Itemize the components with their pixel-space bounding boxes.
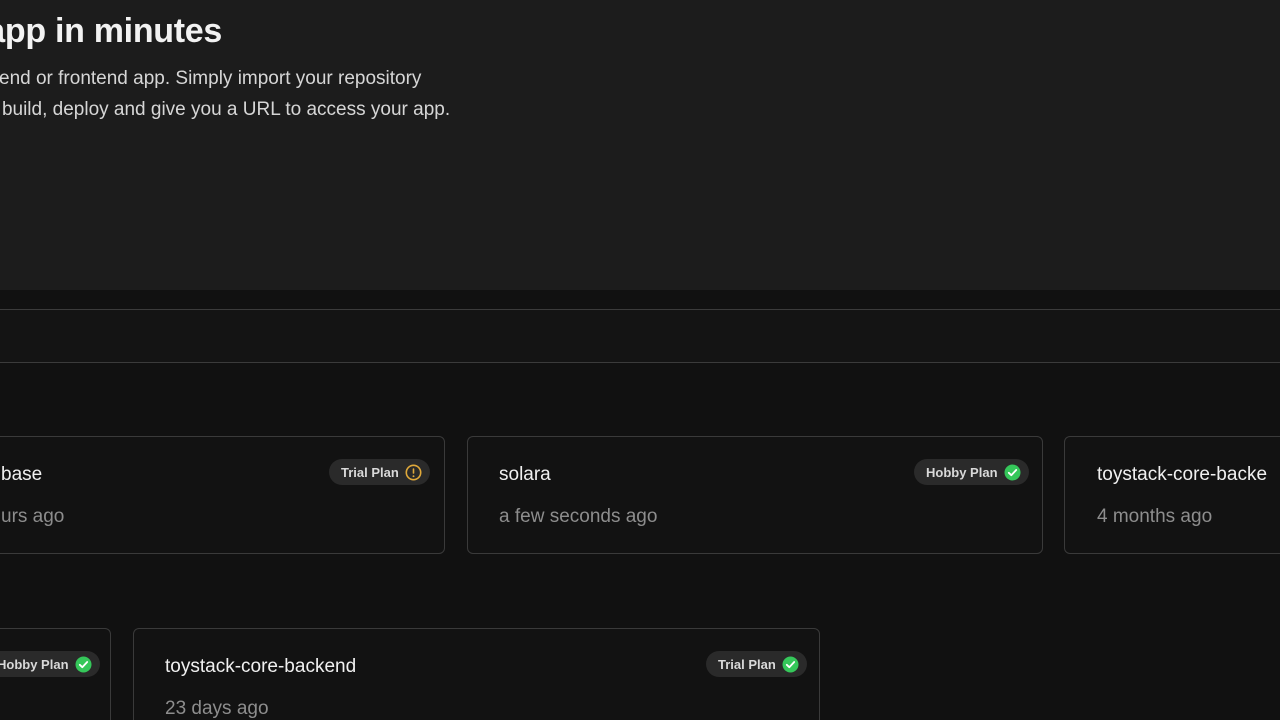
plan-badge: Trial Plan (329, 459, 430, 485)
project-updated-time: a few seconds ago (499, 506, 658, 527)
warning-circle-icon (405, 464, 422, 481)
project-card[interactable]: base urs ago Trial Plan (0, 436, 445, 554)
plan-badge: Trial Plan (706, 651, 807, 677)
project-updated-time: urs ago (1, 506, 65, 527)
project-card[interactable]: toystack-core-backend 23 days ago Trial … (133, 628, 820, 720)
plan-label: Hobby Plan (0, 656, 69, 672)
project-updated-time: 4 months ago (1097, 506, 1213, 527)
project-card[interactable]: toystack-core-backe 4 months ago (1064, 436, 1280, 554)
plan-label: Trial Plan (341, 464, 399, 480)
plan-badge: Hobby Plan (0, 651, 100, 677)
project-name: solara (499, 464, 551, 485)
project-name: toystack-core-backend (165, 656, 357, 677)
plan-label: Hobby Plan (926, 464, 998, 480)
project-card[interactable]: Hobby Plan (0, 628, 111, 720)
project-updated-time: 23 days ago (165, 698, 269, 719)
plan-label: Trial Plan (718, 656, 776, 672)
plan-badge: Hobby Plan (914, 459, 1029, 485)
hero-title: l app in minutes (0, 12, 223, 50)
project-card[interactable]: solara a few seconds ago Hobby Plan (467, 436, 1043, 554)
project-name: base (1, 464, 43, 485)
project-name: toystack-core-backe (1097, 464, 1268, 485)
hero-section: l app in minutes ckend or frontend app. … (0, 0, 1280, 290)
check-circle-icon (1004, 464, 1021, 481)
hero-description-line-2: ill build, deploy and give you a URL to … (0, 99, 451, 120)
hero-description-line-1: ckend or frontend app. Simply import you… (0, 68, 422, 89)
check-circle-icon (782, 656, 799, 673)
search-bar[interactable] (0, 309, 1280, 363)
page: l app in minutes ckend or frontend app. … (0, 0, 1280, 720)
check-circle-icon (75, 656, 92, 673)
